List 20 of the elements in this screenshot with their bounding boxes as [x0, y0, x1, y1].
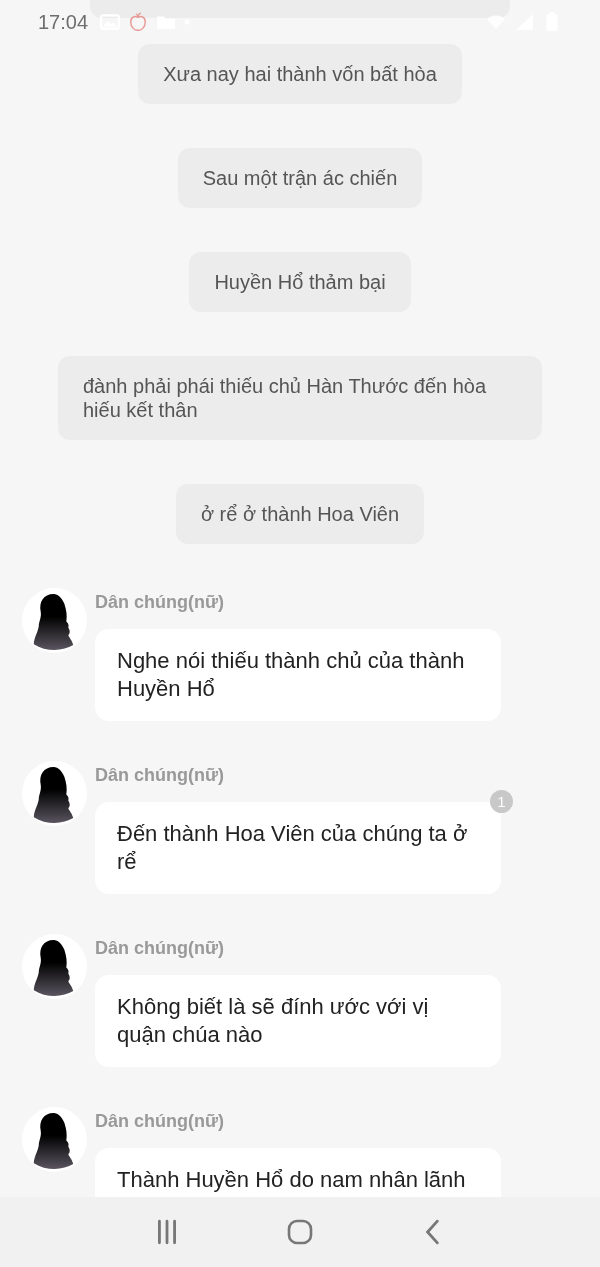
sender-name: Dân chúng(nữ): [95, 938, 225, 959]
sender-name: Dân chúng(nữ): [95, 1111, 225, 1132]
narration-bubble: Huyền Hổ thảm bại: [189, 252, 411, 312]
apple-icon: [128, 12, 149, 32]
narration-bubble: đành phải phái thiếu chủ Hàn Thước đến hòa hiếu kết thân: [58, 356, 542, 440]
narration-bubble: Xưa nay hai thành vốn bất hòa: [138, 44, 462, 104]
message-bubble: Nghe nói thiếu thành chủ của thành Huyền Hổ: [95, 629, 501, 721]
avatar-icon: [22, 588, 87, 653]
sender-name: Dân chúng(nữ): [95, 765, 225, 786]
message-bubble: Không biết là sẽ đính ước với vị quận chúa nào: [95, 975, 501, 1067]
home-icon[interactable]: [287, 1219, 313, 1245]
avatar-icon: [22, 934, 87, 999]
sender-name: Dân chúng(nữ): [95, 592, 225, 613]
message-bubble: Đến thành Hoa Viên của chúng ta ở rể: [95, 802, 501, 894]
message-bubble: Thành Huyền Hổ do nam nhân lãnh: [95, 1148, 501, 1197]
narration-bubble: ở rể ở thành Hoa Viên: [175, 484, 425, 544]
narration-bubble: Sau một trận ác chiến: [177, 148, 423, 208]
status-time: 17:04: [38, 10, 89, 34]
avatar-icon: [22, 1107, 87, 1172]
avatar-icon: [22, 761, 87, 826]
